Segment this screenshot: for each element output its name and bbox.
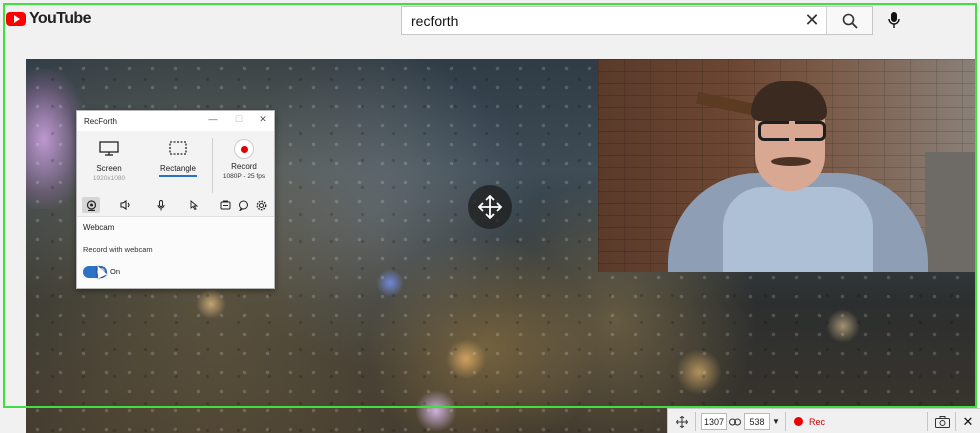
tab-annotations[interactable] [234, 197, 252, 213]
recforth-tabs [77, 196, 274, 214]
microphone-icon [157, 199, 165, 210]
move-arrows-icon [477, 194, 503, 220]
youtube-logo[interactable]: YouTube [6, 10, 91, 28]
monitor-icon [99, 141, 119, 156]
voice-search-button[interactable] [883, 9, 905, 31]
record-icon [234, 139, 254, 159]
comment-icon [238, 200, 248, 211]
width-input[interactable]: 1307 [701, 413, 727, 430]
search-button[interactable] [826, 7, 872, 34]
screen: YouTube ✕ [0, 0, 980, 433]
youtube-play-icon [6, 12, 26, 26]
cursor-icon [190, 200, 198, 210]
rec-button[interactable]: Rec [794, 413, 834, 430]
mode-screen[interactable]: Screen 1920x1080 [91, 141, 127, 182]
toolbar-separator [695, 412, 696, 431]
person-shirt [723, 187, 873, 272]
maximize-icon[interactable]: ☐ [233, 114, 245, 125]
record-dot-icon [794, 417, 803, 426]
link-icon [729, 418, 741, 425]
link-dimensions-button[interactable] [728, 413, 742, 430]
speaker-icon [120, 200, 130, 210]
camera-icon [934, 415, 950, 428]
recforth-titlebar[interactable]: RecForth — ☐ ✕ [77, 111, 274, 131]
webcam-icon [86, 199, 96, 211]
person-glasses [758, 121, 826, 141]
active-mode-indicator [159, 175, 197, 177]
settings-icon [256, 200, 266, 210]
youtube-logo-text: YouTube [29, 10, 91, 27]
tab-audio[interactable] [117, 197, 135, 213]
close-capture-button[interactable]: ✕ [960, 413, 976, 430]
mode-screen-label: Screen [96, 164, 122, 173]
tab-microphone[interactable] [152, 197, 170, 213]
divider [212, 138, 213, 193]
record-label: Record [231, 162, 257, 171]
recforth-window: RecForth — ☐ ✕ Screen 1920x1080 Rectangl… [76, 110, 275, 289]
move-region-button[interactable] [674, 413, 690, 430]
tab-settings[interactable] [252, 197, 270, 213]
clear-search-icon[interactable]: ✕ [798, 7, 826, 34]
record-with-webcam-label: Record with webcam [83, 245, 153, 254]
screenshot-button[interactable] [933, 413, 951, 430]
mode-screen-resolution: 1920x1080 [92, 175, 126, 182]
size-presets-dropdown[interactable]: ▼ [771, 413, 781, 430]
recforth-title: RecForth [84, 116, 117, 126]
mode-rectangle-label: Rectangle [159, 164, 197, 173]
tab-webcam[interactable] [82, 197, 100, 213]
capture-toolbar: 1307 538 ▼ Rec ✕ [667, 408, 980, 433]
background-cabinet [925, 152, 975, 272]
microphone-icon [888, 11, 900, 28]
search-box: ✕ [401, 6, 873, 35]
toolbar-separator [927, 412, 928, 431]
rec-label: Rec [809, 416, 826, 427]
screenshot-icon [220, 200, 230, 210]
webcam-overlay[interactable] [598, 59, 976, 272]
search-input[interactable] [402, 7, 798, 34]
record-button[interactable]: Record 1080P - 25 fps [220, 139, 268, 180]
move-handle[interactable] [468, 185, 512, 229]
close-icon[interactable]: ✕ [257, 114, 269, 125]
tab-screenshot[interactable] [216, 197, 234, 213]
person-mustache [771, 157, 811, 166]
minimize-icon[interactable]: — [207, 114, 219, 124]
toolbar-separator [785, 412, 786, 431]
panel-title: Webcam [83, 223, 115, 232]
move-arrows-icon [676, 415, 688, 428]
webcam-panel: Webcam Record with webcam On [77, 216, 274, 288]
toolbar-separator [955, 412, 956, 431]
tab-cursor[interactable] [185, 197, 203, 213]
toggle-state-label: On [110, 267, 121, 276]
rectangle-select-icon [169, 141, 187, 155]
search-icon [842, 13, 858, 29]
record-quality: 1080P - 25 fps [222, 173, 266, 180]
height-input[interactable]: 538 [744, 413, 770, 430]
mode-rectangle[interactable]: Rectangle [159, 141, 197, 177]
